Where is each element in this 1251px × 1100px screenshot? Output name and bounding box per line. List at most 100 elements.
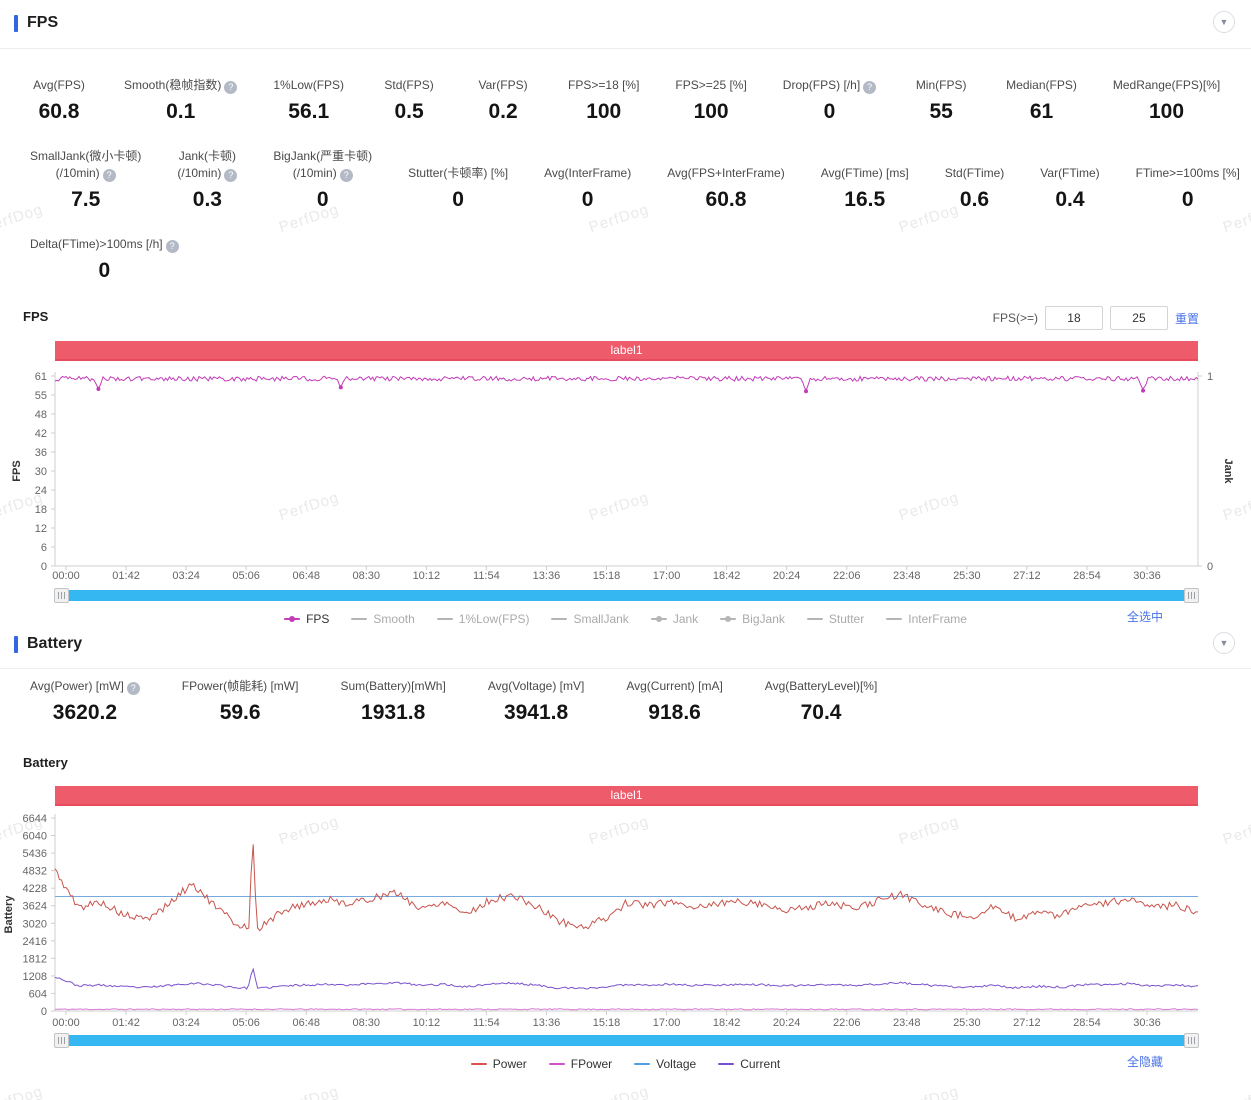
x-tick-label: 22:06 [833, 570, 861, 582]
stat-label: Smooth(稳帧指数) [124, 78, 221, 92]
legend-item-smalljank[interactable]: SmallJank [551, 611, 628, 627]
stat-label: Sum(Battery)[mWh] [340, 679, 445, 693]
battery-collapse-button[interactable]: ▼ [1213, 632, 1235, 654]
legend-item-fpower[interactable]: FPower [549, 1056, 612, 1072]
legend-marker-icon [351, 618, 367, 620]
fps-reset-link[interactable]: 重置 [1175, 310, 1199, 327]
stat-label: Delta(FTime)>100ms [/h] [30, 237, 163, 251]
stat-label: FTime>=100ms [%] [1136, 166, 1240, 180]
y-tick-label: 5436 [23, 848, 47, 860]
legend-item-smooth[interactable]: Smooth [351, 611, 414, 627]
x-tick-label: 01:42 [112, 570, 140, 582]
x-tick-label: 13:36 [533, 1017, 561, 1029]
scrollbar-handle-left[interactable] [54, 1033, 69, 1048]
stat-value: 0.3 [177, 184, 237, 216]
stat-value: 0 [408, 184, 508, 216]
y-tick-label: 3020 [23, 918, 47, 930]
x-tick-label: 03:24 [172, 1017, 200, 1029]
scrollbar-handle-left[interactable] [54, 588, 69, 603]
stat-cell: Avg(FTime) [ms]16.5 [821, 165, 909, 216]
battery-chart-scrollbar[interactable] [55, 1034, 1198, 1047]
legend-item-power[interactable]: Power [471, 1056, 527, 1072]
stat-cell: FPS>=25 [%]100 [675, 77, 746, 128]
fps-section-title: FPS [27, 14, 58, 32]
legend-marker-icon [718, 1063, 734, 1065]
x-tick-label: 17:00 [653, 1017, 681, 1029]
legend-item-bigjank[interactable]: BigJank [720, 611, 785, 627]
help-icon[interactable]: ? [224, 169, 237, 182]
y-tick-label: 6040 [23, 831, 47, 843]
stat-cell: FTime>=100ms [%]0 [1136, 165, 1240, 216]
stat-cell: Avg(Voltage) [mV]3941.8 [488, 678, 585, 729]
battery-chart[interactable]: 0604120818122416302036244228483254366040… [0, 807, 1251, 1033]
watermark: PerfDog [897, 1083, 961, 1100]
x-tick-label: 23:48 [893, 570, 921, 582]
scrollbar-handle-right[interactable] [1184, 1033, 1199, 1048]
fps-collapse-button[interactable]: ▼ [1213, 11, 1235, 33]
x-tick-label: 05:06 [232, 570, 260, 582]
legend-item-jank[interactable]: Jank [651, 611, 698, 627]
legend-label: FPower [571, 1056, 612, 1072]
fps-chart[interactable]: 06121824303642485561FPS01Jank00:0001:420… [0, 362, 1251, 585]
stat-cell: SmallJank(微小卡顿)(/10min)?7.5 [30, 148, 141, 216]
battery-hide-all-link[interactable]: 全隐藏 [1127, 1053, 1163, 1070]
legend-marker-icon [551, 618, 567, 620]
x-tick-label: 05:06 [232, 1017, 260, 1029]
stat-cell: Std(FPS)0.5 [380, 77, 438, 128]
y-tick-label: 24 [35, 485, 47, 497]
help-icon[interactable]: ? [103, 169, 116, 182]
x-tick-label: 30:36 [1133, 570, 1161, 582]
fps-threshold-input-2[interactable] [1110, 306, 1168, 330]
help-icon[interactable]: ? [166, 240, 179, 253]
legend-label: FPS [306, 611, 329, 627]
stat-value: 100 [568, 96, 639, 128]
series-current [55, 969, 1198, 989]
x-tick-label: 27:12 [1013, 570, 1041, 582]
y-tick-label: 61 [35, 371, 47, 383]
fps-select-all-link[interactable]: 全选中 [1127, 608, 1163, 625]
y-tick-label: 2416 [23, 936, 47, 948]
x-tick-label: 15:18 [593, 1017, 621, 1029]
fps-legend-row: FPS Smooth 1%Low(FPS) SmallJank Jank BigJank S… [0, 607, 1251, 625]
fps-threshold-input-1[interactable] [1045, 306, 1103, 330]
y-tick-label: 12 [35, 523, 47, 535]
legend-item-voltage[interactable]: Voltage [634, 1056, 696, 1072]
legend-item-fps[interactable]: FPS [284, 611, 329, 627]
x-tick-label: 23:48 [893, 1017, 921, 1029]
stat-label: Std(FTime) [945, 166, 1005, 180]
legend-marker-icon [549, 1063, 565, 1065]
legend-item-current[interactable]: Current [718, 1056, 780, 1072]
scrollbar-track[interactable] [60, 590, 1193, 601]
stat-label: Avg(FPS) [33, 78, 85, 92]
legend-label: BigJank [742, 611, 785, 627]
stat-cell: Drop(FPS) [/h]?0 [783, 77, 876, 128]
stat-label: Stutter(卡顿率) [%] [408, 166, 508, 180]
stat-cell: Avg(FPS)60.8 [30, 77, 88, 128]
stat-cell: 1%Low(FPS)56.1 [273, 77, 344, 128]
scrollbar-handle-right[interactable] [1184, 588, 1199, 603]
watermark: PerfDog [587, 1083, 651, 1100]
scrollbar-track[interactable] [60, 1035, 1193, 1046]
x-tick-label: 17:00 [653, 570, 681, 582]
stat-value: 0.1 [124, 96, 237, 128]
stat-value: 70.4 [765, 697, 878, 729]
help-icon[interactable]: ? [863, 81, 876, 94]
stat-value: 0.2 [474, 96, 532, 128]
x-tick-label: 03:24 [172, 570, 200, 582]
y-tick-label: 36 [35, 447, 47, 459]
stat-label: Jank(卡顿) [179, 149, 236, 163]
watermark: PerfDog [1221, 1083, 1251, 1100]
y-tick-label: 6 [41, 542, 47, 554]
legend-item-interframe[interactable]: InterFrame [886, 611, 967, 627]
legend-label: Current [740, 1056, 780, 1072]
legend-item-stutter[interactable]: Stutter [807, 611, 864, 627]
help-icon[interactable]: ? [127, 682, 140, 695]
legend-item-1-low-fps-[interactable]: 1%Low(FPS) [437, 611, 530, 627]
stat-label: Var(FTime) [1040, 166, 1099, 180]
fps-chart-scrollbar[interactable] [55, 589, 1198, 602]
help-icon[interactable]: ? [224, 81, 237, 94]
help-icon[interactable]: ? [340, 169, 353, 182]
legend-marker-icon [437, 618, 453, 620]
fps-section-header: FPS ▼ [14, 10, 1237, 36]
stat-label: Median(FPS) [1006, 78, 1077, 92]
